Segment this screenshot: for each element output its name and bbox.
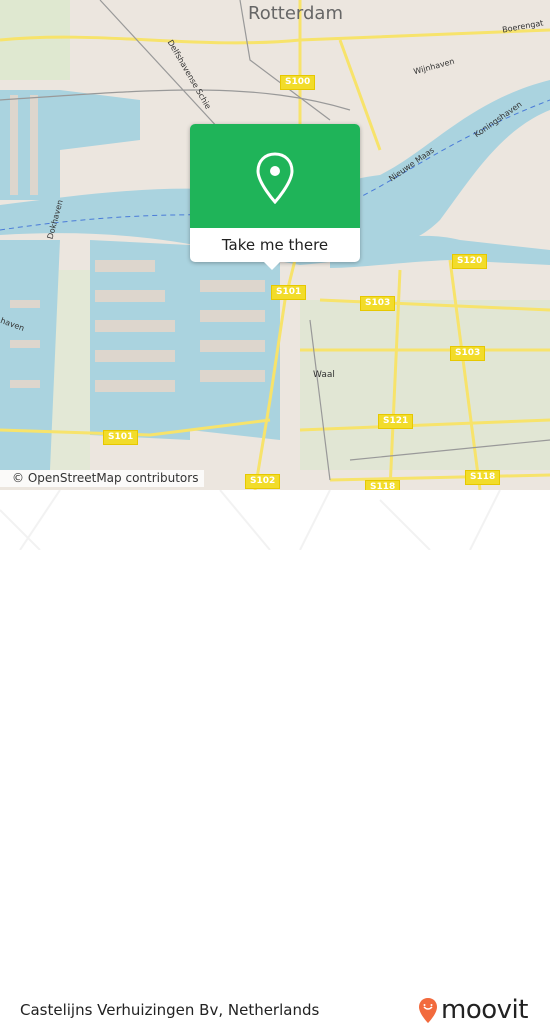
city-label: Rotterdam <box>248 3 343 24</box>
road-shield: S120 <box>452 254 488 269</box>
location-popup: Take me there <box>190 124 360 262</box>
road-shield: S102 <box>245 474 281 489</box>
moovit-logo[interactable]: moovit <box>418 995 528 1025</box>
take-me-there-button[interactable]: Take me there <box>220 232 330 258</box>
road-shield: S118 <box>365 480 401 490</box>
popup-header <box>190 124 360 228</box>
moovit-pin-icon <box>419 997 437 1023</box>
map-pin-icon <box>256 152 294 204</box>
road-shield: S121 <box>378 414 414 429</box>
place-name: Castelijns Verhuizingen Bv, Netherlands <box>20 1001 320 1019</box>
popup-pointer <box>263 261 281 270</box>
road-shield: S118 <box>465 470 501 485</box>
map-attribution[interactable]: © OpenStreetMap contributors <box>0 470 205 487</box>
moovit-logo-text: moovit <box>441 995 528 1025</box>
road-shield: S103 <box>450 346 486 361</box>
road-shield: S103 <box>360 296 396 311</box>
footer: Castelijns Verhuizingen Bv, Netherlands … <box>0 490 550 1025</box>
street-label: Waal <box>313 370 335 380</box>
footer-pattern <box>0 490 501 550</box>
road-shield: S100 <box>280 75 316 90</box>
road-shield: S101 <box>271 285 307 300</box>
road-shield: S101 <box>103 430 139 445</box>
